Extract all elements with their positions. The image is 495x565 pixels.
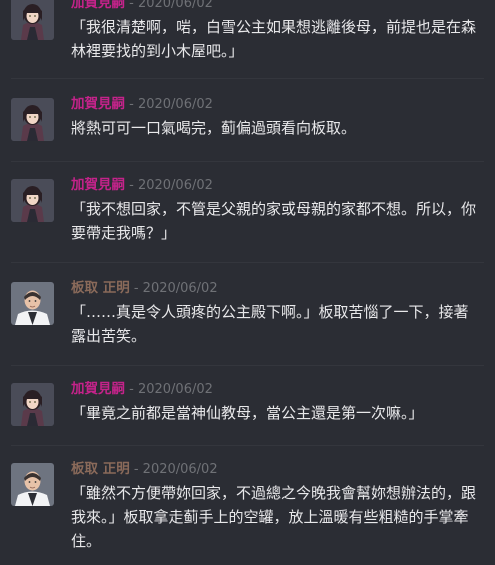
message-text: 「畢竟之前都是當神仙教母，當公主還是第一次嘛。」	[71, 404, 424, 422]
message-header: 板取 正明 - 2020/06/02	[71, 279, 218, 298]
message-divider	[11, 365, 484, 366]
message-feed: 加賀見嗣 - 2020/06/02 「我很清楚啊，啱，白雪公主如果想逃離後母，前提…	[0, 0, 495, 565]
man-avatar[interactable]	[11, 282, 54, 325]
timestamp: 2020/06/02	[142, 281, 218, 296]
timestamp: 2020/06/02	[137, 97, 213, 112]
message-header: 加賀見嗣 - 2020/06/02	[71, 176, 213, 195]
author-name[interactable]: 加賀見嗣	[71, 381, 125, 397]
timestamp: 2020/06/02	[137, 178, 213, 193]
girl-avatar[interactable]	[11, 383, 54, 426]
girl-avatar[interactable]	[11, 0, 54, 40]
message-divider	[11, 78, 484, 79]
message-text: 「……真是令人頭疼的公主殿下啊。」板取苦惱了一下，接著露出苦笑。	[71, 303, 469, 345]
timestamp-separator: -	[125, 382, 138, 397]
man-avatar[interactable]	[11, 463, 54, 506]
message-divider	[11, 262, 484, 263]
message-header: 加賀見嗣 - 2020/06/02	[71, 380, 213, 399]
timestamp-separator: -	[129, 462, 143, 477]
timestamp-separator: -	[125, 0, 138, 11]
message-header: 加賀見嗣 - 2020/06/02	[71, 0, 213, 13]
author-name[interactable]: 加賀見嗣	[71, 96, 125, 112]
message-text: 「我不想回家，不管是父親的家或母親的家都不想。所以，你要帶走我嗎？」	[71, 200, 477, 242]
message-header: 加賀見嗣 - 2020/06/02	[71, 95, 213, 114]
author-name[interactable]: 板取 正明	[71, 280, 130, 296]
timestamp-separator: -	[125, 178, 138, 193]
message-text: 將熱可可一口氣喝完，蓟偏過頭看向板取。	[71, 119, 357, 137]
message-divider	[11, 161, 484, 162]
girl-avatar[interactable]	[11, 98, 54, 141]
timestamp-separator: -	[129, 281, 143, 296]
message-divider	[11, 445, 484, 446]
timestamp: 2020/06/02	[137, 382, 213, 397]
timestamp-separator: -	[125, 97, 138, 112]
author-name[interactable]: 加賀見嗣	[71, 177, 125, 193]
message-text: 「我很清楚啊，啱，白雪公主如果想逃離後母，前提也是在森林裡要找的到小木屋吧。」	[71, 18, 477, 60]
author-name[interactable]: 加賀見嗣	[71, 0, 125, 11]
message-text: 「雖然不方便帶妳回家，不過總之今晚我會幫妳想辦法的，跟我來。」板取拿走蓟手上的空…	[71, 484, 477, 550]
girl-avatar[interactable]	[11, 179, 54, 222]
message-header: 板取 正明 - 2020/06/02	[71, 460, 218, 479]
timestamp: 2020/06/02	[142, 462, 218, 477]
timestamp: 2020/06/02	[137, 0, 213, 11]
author-name[interactable]: 板取 正明	[71, 461, 130, 477]
